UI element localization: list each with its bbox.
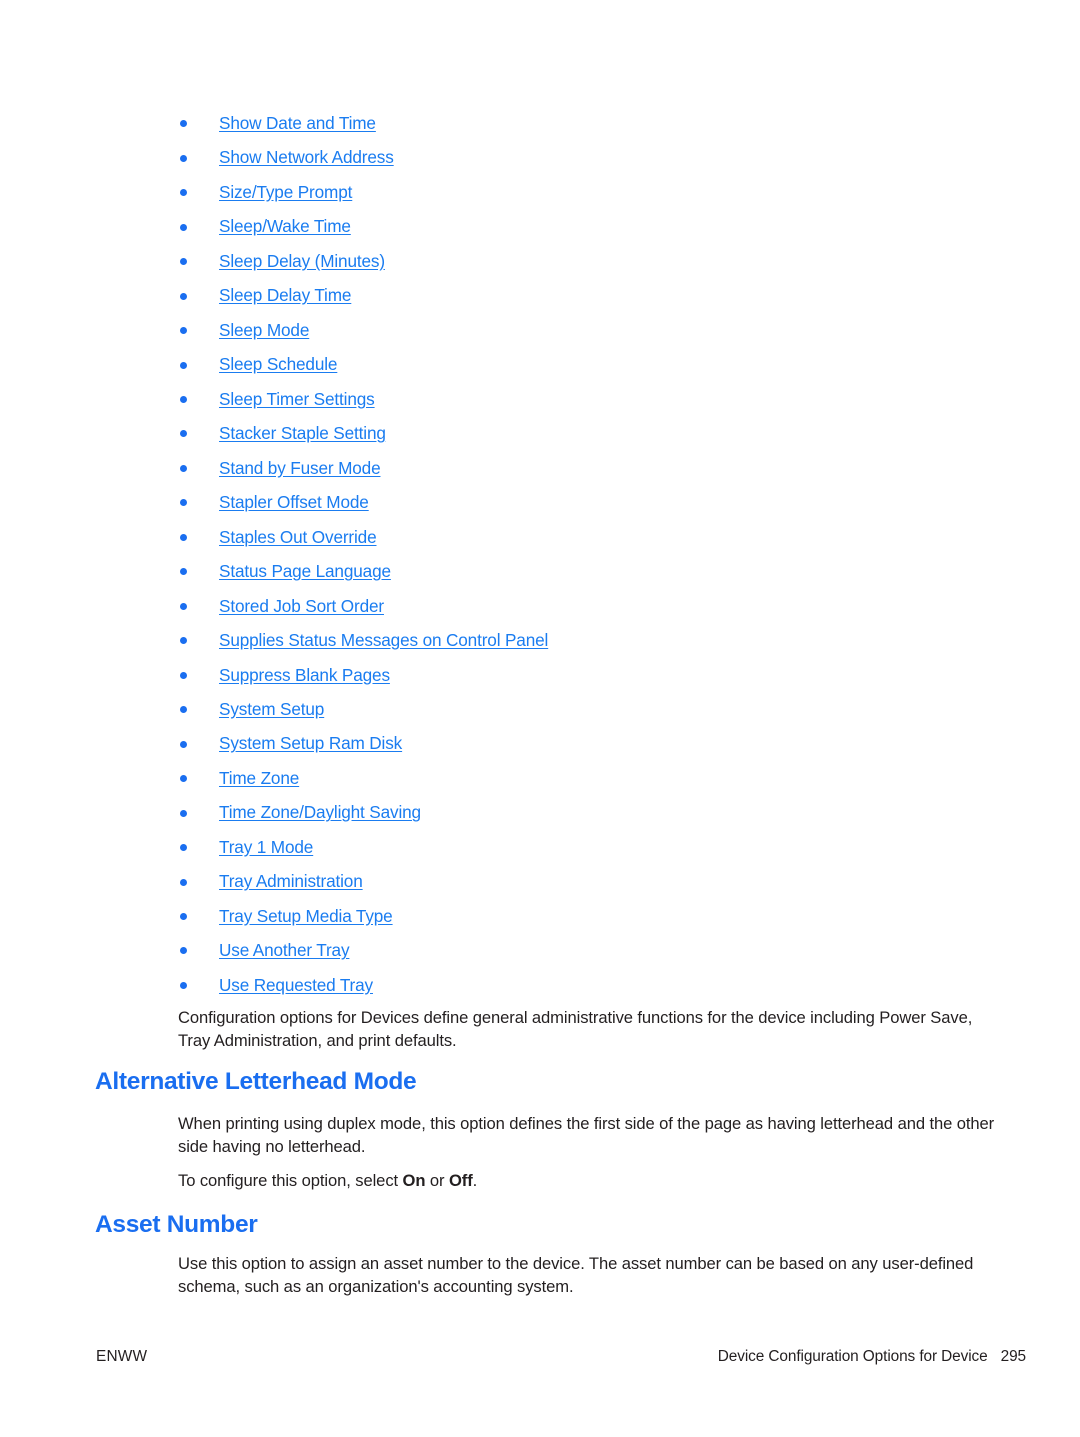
bullet-icon [180, 430, 187, 438]
list-item[interactable]: Sleep Delay (Minutes) [178, 244, 998, 278]
bullet-icon [180, 499, 187, 507]
option-link[interactable]: Time Zone/Daylight Saving [219, 802, 421, 822]
list-item[interactable]: Stand by Fuser Mode [178, 451, 998, 485]
list-item[interactable]: Stored Job Sort Order [178, 589, 998, 623]
footer-locale-label: ENWW [96, 1348, 148, 1365]
list-item[interactable]: Sleep Schedule [178, 347, 998, 381]
configure-note-prefix: To configure this option, select [178, 1171, 403, 1190]
option-link[interactable]: Stored Job Sort Order [219, 596, 384, 616]
bullet-icon [180, 878, 187, 886]
section-heading-alternative-letterhead-mode: Alternative Letterhead Mode [95, 1068, 417, 1095]
section-heading-asset-number: Asset Number [95, 1211, 258, 1238]
footer-section-label: Device Configuration Options for Device 2… [718, 1348, 1026, 1366]
list-item[interactable]: Tray Administration [178, 864, 998, 898]
bullet-icon [180, 189, 187, 197]
list-item[interactable]: System Setup Ram Disk [178, 726, 998, 760]
option-link[interactable]: Sleep Delay (Minutes) [219, 251, 385, 271]
bullet-icon [180, 361, 187, 369]
bullet-icon [180, 947, 187, 955]
bullet-icon [180, 120, 187, 128]
bullet-icon [180, 395, 187, 403]
option-link[interactable]: Show Network Address [219, 147, 394, 167]
list-item[interactable]: Sleep Mode [178, 313, 998, 347]
alternative-letterhead-mode-configure-note: To configure this option, select On or O… [178, 1169, 996, 1192]
list-item[interactable]: System Setup [178, 692, 998, 726]
option-link[interactable]: Supplies Status Messages on Control Pane… [219, 630, 548, 650]
bullet-icon [180, 775, 187, 783]
list-item[interactable]: Time Zone/Daylight Saving [178, 795, 998, 829]
option-link[interactable]: Tray Administration [219, 871, 363, 891]
option-link[interactable]: Size/Type Prompt [219, 182, 352, 202]
footer-section-title: Device Configuration Options for Device [717, 1348, 988, 1365]
intro-paragraph: Configuration options for Devices define… [178, 1008, 973, 1051]
list-item[interactable]: Show Network Address [178, 140, 998, 174]
bullet-icon [180, 223, 187, 231]
bullet-icon [180, 671, 187, 679]
list-item[interactable]: Sleep Timer Settings [178, 382, 998, 416]
bullet-icon [180, 706, 187, 714]
option-link[interactable]: Sleep/Wake Time [219, 216, 351, 236]
list-item[interactable]: Show Date and Time [178, 106, 998, 140]
bullet-icon [180, 913, 187, 921]
page-footer: ENWW Device Configuration Options for De… [0, 1348, 1080, 1374]
configure-note-conjunction: or [425, 1171, 449, 1190]
option-link[interactable]: Staples Out Override [219, 527, 377, 547]
bullet-icon [180, 740, 187, 748]
alternative-letterhead-mode-description: When printing using duplex mode, this op… [178, 1114, 995, 1157]
option-link[interactable]: Time Zone [219, 768, 299, 788]
bullet-icon [180, 809, 187, 817]
configuration-options-list: Show Date and Time Show Network Address Si… [178, 106, 998, 1002]
option-link[interactable]: Suppress Blank Pages [219, 665, 390, 685]
option-link[interactable]: Use Another Tray [219, 940, 350, 960]
option-link[interactable]: Tray Setup Media Type [219, 906, 393, 926]
list-item[interactable]: Supplies Status Messages on Control Pane… [178, 623, 998, 657]
option-link[interactable]: Stapler Offset Mode [219, 492, 369, 512]
asset-number-description: Use this option to assign an asset numbe… [178, 1254, 974, 1297]
list-item[interactable]: Time Zone [178, 761, 998, 795]
configure-note-suffix: . [472, 1171, 478, 1190]
list-item[interactable]: Use Requested Tray [178, 968, 998, 1002]
option-value-off: Off [448, 1171, 473, 1190]
option-link[interactable]: Status Page Language [219, 561, 391, 581]
bullet-icon [180, 981, 187, 989]
bullet-icon [180, 637, 187, 645]
footer-page-number: 295 [1000, 1348, 1026, 1365]
bullet-icon [180, 464, 187, 472]
bullet-icon [180, 844, 187, 852]
option-link[interactable]: Stacker Staple Setting [219, 423, 386, 443]
option-link[interactable]: Tray 1 Mode [219, 837, 313, 857]
list-item[interactable]: Status Page Language [178, 554, 998, 588]
option-value-on: On [402, 1171, 426, 1190]
option-link[interactable]: Stand by Fuser Mode [219, 458, 381, 478]
bullet-icon [180, 568, 187, 576]
option-link[interactable]: Sleep Schedule [219, 354, 337, 374]
list-item[interactable]: Suppress Blank Pages [178, 658, 998, 692]
list-item[interactable]: Staples Out Override [178, 520, 998, 554]
list-item[interactable]: Tray Setup Media Type [178, 899, 998, 933]
list-item[interactable]: Tray 1 Mode [178, 830, 998, 864]
option-link[interactable]: Use Requested Tray [219, 975, 373, 995]
list-item[interactable]: Size/Type Prompt [178, 175, 998, 209]
bullet-icon [180, 258, 187, 266]
bullet-icon [180, 533, 187, 541]
option-link[interactable]: Sleep Delay Time [219, 285, 351, 305]
bullet-icon [180, 602, 187, 610]
list-item[interactable]: Stapler Offset Mode [178, 485, 998, 519]
document-page: Show Date and Time Show Network Address Si… [0, 0, 1080, 1437]
option-link[interactable]: System Setup [219, 699, 324, 719]
list-item[interactable]: Use Another Tray [178, 933, 998, 967]
option-link[interactable]: System Setup Ram Disk [219, 733, 402, 753]
bullet-icon [180, 292, 187, 300]
list-item[interactable]: Sleep Delay Time [178, 278, 998, 312]
option-link[interactable]: Sleep Mode [219, 320, 309, 340]
bullet-icon [180, 154, 187, 162]
list-item[interactable]: Stacker Staple Setting [178, 416, 998, 450]
option-link[interactable]: Show Date and Time [219, 113, 376, 133]
bullet-icon [180, 327, 187, 335]
option-link[interactable]: Sleep Timer Settings [219, 389, 375, 409]
list-item[interactable]: Sleep/Wake Time [178, 209, 998, 243]
